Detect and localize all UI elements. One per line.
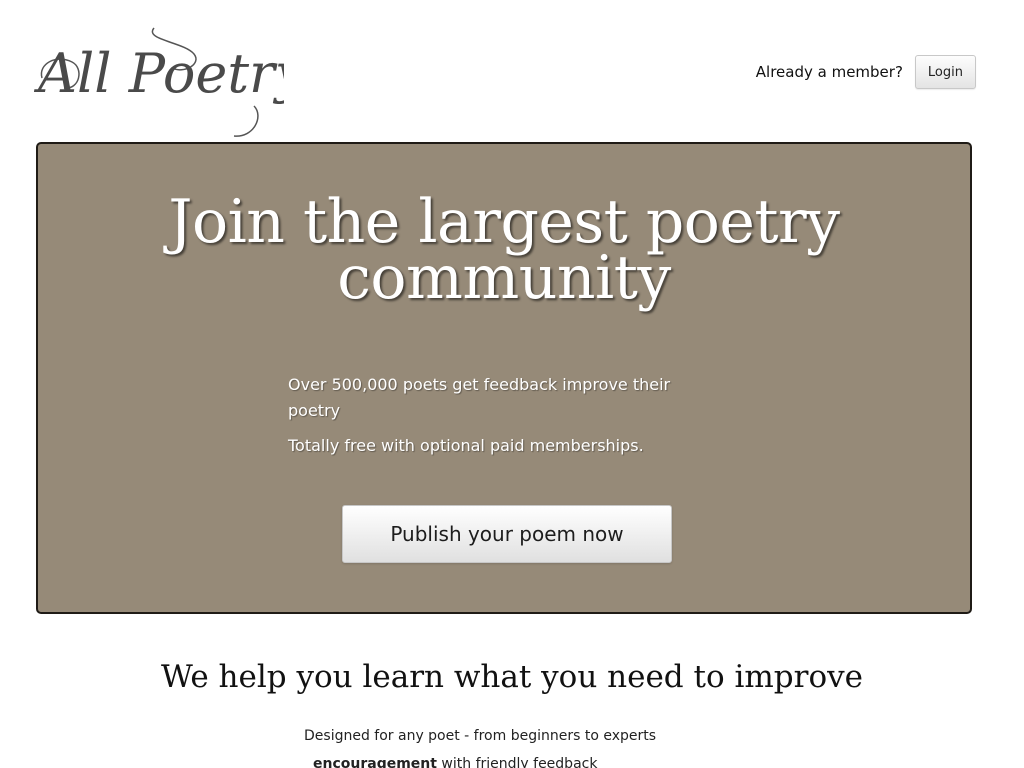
all-poetry-logo[interactable]: All Poetry [34, 20, 284, 142]
member-login-bar: Already a member? Login [756, 55, 976, 89]
logo-script-icon: All Poetry [34, 27, 284, 137]
login-button[interactable]: Login [914, 55, 976, 89]
hero-title: Join the largest poetry community [168, 187, 840, 313]
hero-line-poets: Over 500,000 poets get feedback improve … [288, 375, 671, 420]
designed-for-text: Designed for any poet - from beginners t… [304, 728, 657, 744]
already-member-text: Already a member? [755, 63, 903, 81]
encouragement-feature: encouragement with friendly feedback [313, 756, 597, 768]
hero-line-free: Totally free with optional paid membersh… [288, 436, 644, 455]
publish-poem-button[interactable]: Publish your poem now [342, 505, 672, 563]
encouragement-bold: encouragement [313, 756, 437, 768]
hero-panel: Join the largest poetry community Over 5… [36, 142, 972, 614]
encouragement-rest: with friendly feedback [436, 756, 598, 768]
hero-description: Over 500,000 poets get feedback improve … [288, 372, 698, 468]
learn-heading: We help you learn what you need to impro… [161, 659, 863, 695]
svg-text:All Poetry: All Poetry [34, 42, 284, 105]
